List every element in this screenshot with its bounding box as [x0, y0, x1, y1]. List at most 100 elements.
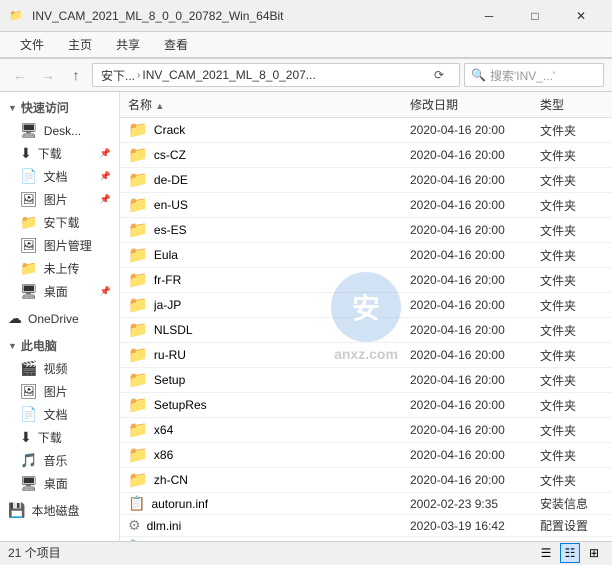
file-name: de-DE — [154, 173, 188, 187]
col-header-date[interactable]: 修改日期 — [402, 92, 532, 117]
file-cell-date: 2020-04-16 20:00 — [402, 271, 532, 289]
ini-icon: ⚙ — [128, 517, 141, 534]
table-row[interactable]: 📁 de-DE 2020-04-16 20:00 文件夹 — [120, 168, 612, 193]
sidebar-item-music-label: 音乐 — [43, 452, 67, 469]
status-bar: 21 个项目 ☰ ☷ ⊞ — [0, 541, 612, 563]
col-header-name[interactable]: 名称 ▲ — [120, 92, 402, 117]
sidebar-item-upload[interactable]: 📁 未上传 — [0, 257, 119, 280]
sidebar-item-desk2[interactable]: 🖥 桌面 📌 — [0, 280, 119, 303]
tab-home[interactable]: 主页 — [56, 32, 104, 57]
table-row[interactable]: 📁 es-ES 2020-04-16 20:00 文件夹 — [120, 218, 612, 243]
file-cell-date: 2020-04-16 20:00 — [402, 371, 532, 389]
file-cell-date: 2020-04-16 20:00 — [402, 196, 532, 214]
view-large-button[interactable]: ⊞ — [584, 543, 604, 563]
pin-icon2: 📌 — [100, 171, 111, 182]
folder-icon: 📁 — [128, 220, 148, 240]
view-details-button[interactable]: ☷ — [560, 543, 580, 563]
sidebar-item-desktop2-label: 桌面 — [44, 475, 68, 492]
sidebar-item-desktop-label: Desk... — [44, 124, 81, 138]
file-cell-date: 2020-04-16 20:00 — [402, 446, 532, 464]
file-cell-name: 📁 x64 — [120, 418, 402, 442]
file-name: x64 — [154, 423, 173, 437]
folder-icon: 📁 — [128, 395, 148, 415]
tab-share[interactable]: 共享 — [104, 32, 152, 57]
sidebar-item-anxia[interactable]: 📁 安下载 — [0, 211, 119, 234]
table-row[interactable]: 📁 cs-CZ 2020-04-16 20:00 文件夹 — [120, 143, 612, 168]
thispc-header[interactable]: ▼ 此电脑 — [0, 334, 119, 357]
col-header-type[interactable]: 类型 — [532, 92, 612, 117]
file-name: autorun.inf — [151, 497, 208, 511]
table-row[interactable]: 🔧 Setup.exe 2019-12-06 15:22 应用程序 — [120, 537, 612, 541]
ribbon-tabs: 文件 主页 共享 查看 — [0, 32, 612, 58]
table-row[interactable]: 📁 x64 2020-04-16 20:00 文件夹 — [120, 418, 612, 443]
thispc-label: 此电脑 — [21, 337, 57, 354]
sidebar-item-downloads[interactable]: ⬇ 下载 📌 — [0, 142, 119, 165]
onedrive-label: OneDrive — [28, 312, 79, 326]
sidebar-item-docs[interactable]: 📄 文档 📌 — [0, 165, 119, 188]
video-icon: 🎬 — [20, 360, 37, 377]
file-cell-type: 文件夹 — [532, 345, 612, 366]
sidebar-item-anxia-label: 安下载 — [43, 214, 79, 231]
address-bar: ← → ↑ 安下... › INV_CAM_2021_ML_8_0_207...… — [0, 59, 612, 92]
table-row[interactable]: 📁 Crack 2020-04-16 20:00 文件夹 — [120, 118, 612, 143]
back-button[interactable]: ← — [8, 63, 32, 87]
sidebar-item-video[interactable]: 🎬 视频 — [0, 357, 119, 380]
search-placeholder: 搜索'INV_...' — [490, 67, 555, 84]
file-cell-name: 📁 ru-RU — [120, 343, 402, 367]
table-row[interactable]: 📁 x86 2020-04-16 20:00 文件夹 — [120, 443, 612, 468]
status-right: ☰ ☷ ⊞ — [536, 543, 604, 563]
minimize-button[interactable]: ─ — [466, 0, 512, 32]
file-name: x86 — [154, 448, 173, 462]
chevron-icon: ▼ — [8, 103, 17, 113]
file-cell-date: 2002-02-23 9:35 — [402, 495, 532, 513]
sidebar-item-music[interactable]: 🎵 音乐 — [0, 449, 119, 472]
view-list-button[interactable]: ☰ — [536, 543, 556, 563]
quick-access-header[interactable]: ▼ 快速访问 — [0, 96, 119, 119]
search-field[interactable]: 🔍 搜索'INV_...' — [464, 63, 604, 87]
main-layout: ▼ 快速访问 🖥 Desk... ⬇ 下载 📌 📄 文档 📌 🖼 图片 📌 — [0, 92, 612, 541]
refresh-button[interactable]: ⟳ — [427, 63, 451, 87]
folder-icon: 📁 — [128, 295, 148, 315]
sidebar-item-picmgr[interactable]: 🖼 图片管理 — [0, 234, 119, 257]
close-button[interactable]: ✕ — [558, 0, 604, 32]
file-name: ru-RU — [154, 348, 186, 362]
sidebar-item-pictures[interactable]: 🖼 图片 📌 — [0, 188, 119, 211]
table-row[interactable]: 📁 ru-RU 2020-04-16 20:00 文件夹 — [120, 343, 612, 368]
table-row[interactable]: 📁 fr-FR 2020-04-16 20:00 文件夹 — [120, 268, 612, 293]
maximize-button[interactable]: □ — [512, 0, 558, 32]
sidebar-item-dl[interactable]: ⬇ 下载 — [0, 426, 119, 449]
tab-view[interactable]: 查看 — [152, 32, 200, 57]
table-row[interactable]: ⚙ dlm.ini 2020-03-19 16:42 配置设置 — [120, 515, 612, 537]
table-row[interactable]: 📋 autorun.inf 2002-02-23 9:35 安装信息 — [120, 493, 612, 515]
file-cell-name: 📁 Eula — [120, 243, 402, 267]
table-row[interactable]: 📁 zh-CN 2020-04-16 20:00 文件夹 — [120, 468, 612, 493]
sidebar-item-doc[interactable]: 📄 文档 — [0, 403, 119, 426]
onedrive-section: ☁ OneDrive — [0, 307, 119, 330]
up-button[interactable]: ↑ — [64, 63, 88, 87]
folder-icon: 📁 — [128, 270, 148, 290]
sidebar-item-desktop[interactable]: 🖥 Desk... — [0, 119, 119, 142]
sidebar-item-pic-label: 图片 — [44, 383, 68, 400]
table-row[interactable]: 📁 NLSDL 2020-04-16 20:00 文件夹 — [120, 318, 612, 343]
sidebar-item-desktop2[interactable]: 🖥 桌面 — [0, 472, 119, 495]
file-cell-type: 文件夹 — [532, 445, 612, 466]
inf-icon: 📋 — [128, 495, 145, 512]
table-row[interactable]: 📁 Eula 2020-04-16 20:00 文件夹 — [120, 243, 612, 268]
file-cell-date: 2020-04-16 20:00 — [402, 121, 532, 139]
table-row[interactable]: 📁 en-US 2020-04-16 20:00 文件夹 — [120, 193, 612, 218]
file-cell-name: ⚙ dlm.ini — [120, 515, 402, 536]
table-row[interactable]: 📁 ja-JP 2020-04-16 20:00 文件夹 — [120, 293, 612, 318]
sidebar-item-pic[interactable]: 🖼 图片 — [0, 380, 119, 403]
address-field[interactable]: 安下... › INV_CAM_2021_ML_8_0_207... ⟳ — [92, 63, 460, 87]
table-row[interactable]: 📁 Setup 2020-04-16 20:00 文件夹 — [120, 368, 612, 393]
forward-button[interactable]: → — [36, 63, 60, 87]
folder-icon: 📁 — [128, 195, 148, 215]
sidebar-item-onedrive[interactable]: ☁ OneDrive — [0, 307, 119, 330]
picmgr-icon: 🖼 — [20, 237, 38, 254]
table-row[interactable]: 📁 SetupRes 2020-04-16 20:00 文件夹 — [120, 393, 612, 418]
tab-file[interactable]: 文件 — [8, 32, 56, 57]
file-cell-type: 文件夹 — [532, 470, 612, 491]
file-cell-date: 2020-04-16 20:00 — [402, 296, 532, 314]
sidebar-item-network[interactable]: 💾 本地磁盘 — [0, 499, 119, 522]
file-cell-name: 📁 Crack — [120, 118, 402, 142]
